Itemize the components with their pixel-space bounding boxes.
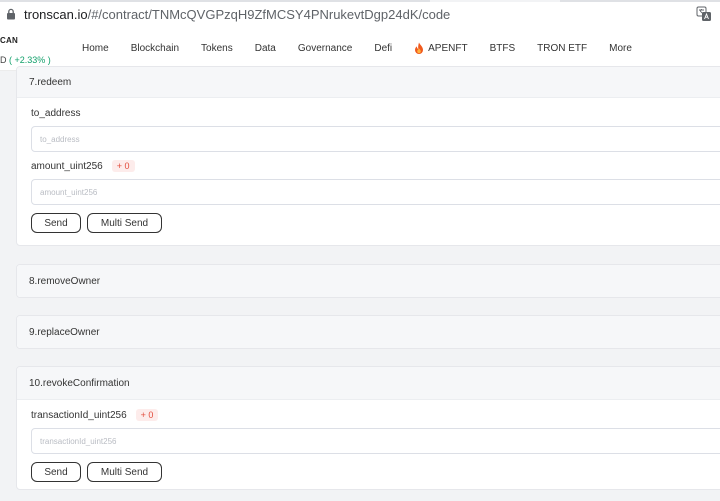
nav-data[interactable]: Data <box>255 43 276 54</box>
nav-tron-etf[interactable]: TRON ETF <box>537 43 587 54</box>
nav-apenft[interactable]: APENFT <box>414 42 468 54</box>
brand-logo-text[interactable]: CAN <box>0 36 18 45</box>
nav-governance[interactable]: Governance <box>298 43 352 54</box>
send-button[interactable]: Send <box>31 462 81 482</box>
tab-strip-edge <box>0 0 720 2</box>
nav-tokens[interactable]: Tokens <box>201 43 233 54</box>
browser-address-bar[interactable]: tronscan.io/#/contract/TNMcQVGPzqH9ZfMCS… <box>0 0 720 29</box>
multi-send-button[interactable]: Multi Send <box>87 213 162 233</box>
url-host: tronscan.io <box>24 6 88 22</box>
function-title-replace-owner[interactable]: 9.replaceOwner <box>17 316 720 348</box>
param-label-amount-text: amount_uint256 <box>31 160 103 172</box>
flame-icon <box>414 42 424 54</box>
transaction-id-input[interactable]: transactionId_uint256 <box>31 428 720 454</box>
translate-icon[interactable] <box>696 6 712 22</box>
function-title-revoke-confirmation[interactable]: 10.revokeConfirmation <box>17 367 720 400</box>
function-title-redeem[interactable]: 7.redeem <box>17 67 720 98</box>
nav-defi[interactable]: Defi <box>374 43 392 54</box>
multi-send-button[interactable]: Multi Send <box>87 462 162 482</box>
param-label-transaction-id: transactionId_uint256 + 0 <box>31 406 720 424</box>
function-body-redeem: to_address to_address amount_uint256 + 0… <box>17 104 720 233</box>
nav-btfs[interactable]: BTFS <box>490 43 516 54</box>
action-buttons-revoke: Send Multi Send <box>31 462 720 482</box>
trx-price: D ( +2.33% ) <box>0 55 51 65</box>
send-button[interactable]: Send <box>31 213 81 233</box>
nav-more[interactable]: More <box>609 43 632 54</box>
function-card-replace-owner[interactable]: 9.replaceOwner <box>16 315 720 349</box>
url-path: /#/contract/TNMcQVGPzqH9ZfMCSY4PNrukevtD… <box>87 6 451 22</box>
price-change: ( +2.33% ) <box>9 55 51 65</box>
site-header: CAN D ( +2.33% ) Home Blockchain Tokens … <box>0 28 720 71</box>
add-zero-badge[interactable]: + 0 <box>111 160 135 172</box>
function-card-remove-owner[interactable]: 8.removeOwner <box>16 264 720 298</box>
nav-blockchain[interactable]: Blockchain <box>131 43 179 54</box>
add-zero-badge[interactable]: + 0 <box>135 409 159 421</box>
url-text[interactable]: tronscan.io/#/contract/TNMcQVGPzqH9ZfMCS… <box>24 7 450 22</box>
action-buttons-redeem: Send Multi Send <box>31 213 720 233</box>
amount-input[interactable]: amount_uint256 <box>31 179 720 205</box>
lock-icon[interactable] <box>4 7 18 21</box>
param-label-amount: amount_uint256 + 0 <box>31 157 720 175</box>
function-card-redeem: 7.redeem to_address to_address amount_ui… <box>16 66 720 246</box>
price-prefix: D <box>0 55 7 65</box>
param-label-to-address: to_address <box>31 107 81 119</box>
nav-apenft-label: APENFT <box>428 42 468 54</box>
param-label-transaction-id-text: transactionId_uint256 <box>31 409 127 421</box>
to-address-input[interactable]: to_address <box>31 126 720 152</box>
nav-home[interactable]: Home <box>82 43 109 54</box>
function-body-revoke-confirmation: transactionId_uint256 + 0 transactionId_… <box>17 406 720 482</box>
main-nav: Home Blockchain Tokens Data Governance D… <box>82 42 654 54</box>
function-title-remove-owner[interactable]: 8.removeOwner <box>17 265 720 297</box>
function-card-revoke-confirmation: 10.revokeConfirmation transactionId_uint… <box>16 366 720 490</box>
